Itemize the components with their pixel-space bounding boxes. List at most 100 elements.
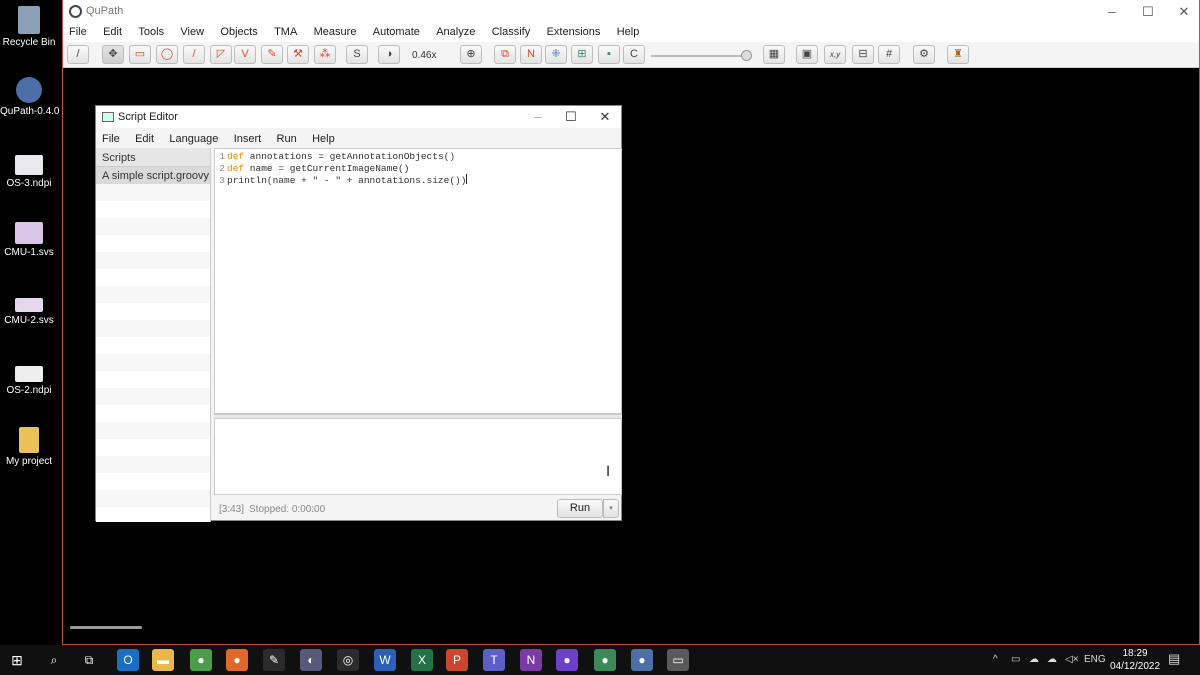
chevron-up-icon[interactable]: ^ xyxy=(993,654,998,665)
code-editor[interactable]: 1 def annotations = getAnnotationObjects(… xyxy=(214,148,622,414)
code-line: 1 def annotations = getAnnotationObjects(… xyxy=(219,151,456,162)
close-button[interactable]: ✕ xyxy=(588,106,622,128)
windows-start-icon[interactable]: ⊞ xyxy=(6,649,28,671)
minimize-button[interactable]: – xyxy=(521,106,555,128)
wand-icon[interactable]: ⚒ xyxy=(287,45,309,64)
move-icon[interactable]: ✥ xyxy=(102,45,124,64)
network-icon[interactable]: ▭ xyxy=(1011,654,1020,665)
run-dropdown-button[interactable]: ▾ xyxy=(603,499,619,518)
task-view-icon[interactable]: ⧉ xyxy=(78,649,100,671)
file-explorer-icon[interactable]: ▬ xyxy=(152,649,174,671)
zoom-level: 0.46x xyxy=(412,50,437,61)
menu-extensions[interactable]: Extensions xyxy=(541,23,608,38)
list-item[interactable]: A simple script.groovy xyxy=(96,167,210,184)
rectangle-icon[interactable]: ▭ xyxy=(129,45,151,64)
scripts-header: Scripts xyxy=(96,148,210,167)
polygon-icon[interactable]: ◸ xyxy=(210,45,232,64)
clock[interactable]: 18:29 04/12/2022 xyxy=(1107,647,1163,673)
menu-edit[interactable]: Edit xyxy=(97,23,129,38)
word-icon[interactable]: W xyxy=(374,649,396,671)
search-icon[interactable]: ⌕ xyxy=(43,649,65,671)
fill-detections-icon[interactable]: ▪ xyxy=(598,45,620,64)
desktop-icon-cmu2[interactable]: CMU-2.svs xyxy=(0,298,58,326)
menu-help[interactable]: Help xyxy=(611,23,647,38)
obs-icon[interactable]: ◎ xyxy=(337,649,359,671)
menu-automate[interactable]: Automate xyxy=(367,23,427,38)
cloud-icon[interactable]: ☁ xyxy=(1047,654,1057,665)
maximize-button[interactable]: ☐ xyxy=(554,106,588,128)
opacity-slider[interactable] xyxy=(651,50,752,61)
window-title: QuPath xyxy=(86,5,124,17)
show-grid-icon[interactable]: # xyxy=(878,45,900,64)
viewer-scrollbar[interactable] xyxy=(70,626,142,629)
menu-language[interactable]: Language xyxy=(163,128,224,145)
volume-muted-icon[interactable]: ◁× xyxy=(1065,654,1079,665)
console-output[interactable] xyxy=(214,418,622,495)
outlook-icon[interactable]: O xyxy=(117,649,139,671)
menu-help[interactable]: Help xyxy=(306,128,341,145)
chrome-icon[interactable]: ● xyxy=(190,649,212,671)
menu-insert[interactable]: Insert xyxy=(228,128,268,145)
points-icon[interactable]: ⁂ xyxy=(314,45,336,64)
show-tma-grid-icon[interactable]: ⁜ xyxy=(545,45,567,64)
desktop-icon-os2[interactable]: OS-2.ndpi xyxy=(0,366,58,396)
ruler-icon[interactable]: / xyxy=(67,45,89,64)
show-names-icon[interactable]: N xyxy=(520,45,542,64)
desktop-icon-cmu1[interactable]: CMU-1.svs xyxy=(0,222,58,258)
brightness-contrast-icon[interactable]: ◑ xyxy=(378,45,400,64)
log-icon[interactable]: ♜ xyxy=(947,45,969,64)
menu-view[interactable]: View xyxy=(174,23,211,38)
desktop-icon-label: CMU-1.svs xyxy=(4,247,54,258)
teams-icon[interactable]: T xyxy=(483,649,505,671)
menu-analyze[interactable]: Analyze xyxy=(430,23,482,38)
slider-knob[interactable] xyxy=(741,50,752,61)
app2-icon[interactable]: ● xyxy=(594,649,616,671)
github-icon[interactable]: ● xyxy=(556,649,578,671)
preferences-icon[interactable]: ⚙ xyxy=(913,45,935,64)
show-overview-icon[interactable]: ▣ xyxy=(796,45,818,64)
menu-measure[interactable]: Measure xyxy=(308,23,364,38)
menu-edit[interactable]: Edit xyxy=(129,128,160,145)
show-scalebar-icon[interactable]: ⊟ xyxy=(852,45,874,64)
notifications-icon[interactable]: ▤ xyxy=(1168,651,1180,667)
onedrive-icon[interactable]: ☁ xyxy=(1029,654,1039,665)
powerpoint-icon[interactable]: P xyxy=(446,649,468,671)
maximize-button[interactable]: ☐ xyxy=(1131,0,1165,23)
menu-tools[interactable]: Tools xyxy=(132,23,171,38)
run-button[interactable]: Run xyxy=(557,499,603,518)
onenote-icon[interactable]: N xyxy=(520,649,542,671)
selection-mode-icon[interactable]: S xyxy=(346,45,368,64)
ellipse-icon[interactable]: ◯ xyxy=(156,45,178,64)
desktop-icon-my-project[interactable]: My project xyxy=(0,427,58,467)
show-cursor-location-icon[interactable]: x,y xyxy=(824,45,846,64)
menu-file[interactable]: File xyxy=(96,128,126,145)
desktop-icon-qupath[interactable]: QuPath-0.4.0 xyxy=(0,77,59,117)
polyline-icon[interactable]: V xyxy=(234,45,256,64)
zoom-to-fit-icon[interactable]: ⊕ xyxy=(460,45,482,64)
menu-classify[interactable]: Classify xyxy=(486,23,538,38)
menu-objects[interactable]: Objects xyxy=(214,23,264,38)
active-window-icon[interactable]: ▭ xyxy=(667,649,689,671)
line-icon[interactable]: / xyxy=(183,45,205,64)
show-annotations-icon[interactable]: ⧉ xyxy=(494,45,516,64)
show-detections-icon[interactable]: ⊞ xyxy=(571,45,593,64)
app-icon[interactable]: ◐ xyxy=(300,649,322,671)
language-indicator[interactable]: ENG xyxy=(1084,654,1106,665)
show-connections-icon[interactable]: C xyxy=(623,45,645,64)
desktop: Recycle Bin QuPath-0.4.0 OS-3.ndpi CMU-1… xyxy=(0,0,62,645)
minimize-button[interactable]: – xyxy=(1095,0,1129,23)
show-measurement-table-icon[interactable]: ▦ xyxy=(763,45,785,64)
qupath-task-icon[interactable]: ● xyxy=(631,649,653,671)
scripts-list[interactable]: Scripts A simple script.groovy xyxy=(96,148,211,522)
desktop-icon-os3[interactable]: OS-3.ndpi xyxy=(0,155,58,189)
qupath-icon xyxy=(16,77,42,103)
inkscape-icon[interactable]: ✎ xyxy=(263,649,285,671)
close-button[interactable]: ✕ xyxy=(1167,0,1200,23)
menu-file[interactable]: File xyxy=(63,23,94,38)
firefox-icon[interactable]: ● xyxy=(226,649,248,671)
menu-run[interactable]: Run xyxy=(271,128,303,145)
desktop-icon-recycle-bin[interactable]: Recycle Bin xyxy=(0,6,58,48)
brush-icon[interactable]: ✎ xyxy=(261,45,283,64)
menu-tma[interactable]: TMA xyxy=(268,23,304,38)
excel-icon[interactable]: X xyxy=(411,649,433,671)
